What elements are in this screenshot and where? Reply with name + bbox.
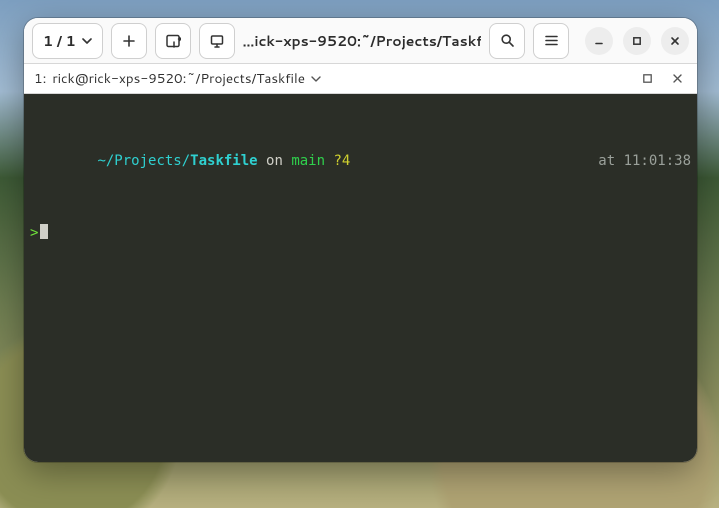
split-pane-icon: [165, 33, 181, 49]
close-icon: [672, 73, 683, 84]
terminal-viewport[interactable]: ~/Projects/Taskfile on main ?4 at 11:01:…: [24, 94, 697, 462]
minimize-icon: [593, 35, 605, 47]
tab-counter-label: 1 / 1: [43, 31, 76, 51]
tab-item[interactable]: 1: rick@rick-xps-9520:~/Projects/Taskfil…: [34, 69, 637, 88]
terminal-window: 1 / 1: [24, 18, 697, 462]
broadcast-button[interactable]: [199, 23, 235, 59]
minimize-button[interactable]: [585, 27, 613, 55]
prompt-at: at: [598, 153, 623, 169]
search-icon: [500, 33, 515, 48]
prompt-ps2: >: [30, 224, 38, 242]
prompt-line-1: ~/Projects/Taskfile on main ?4 at 11:01:…: [30, 134, 691, 188]
broadcast-icon: [209, 33, 225, 49]
plus-icon: [122, 34, 136, 48]
maximize-icon: [631, 35, 643, 47]
new-tab-button[interactable]: [111, 23, 147, 59]
close-button[interactable]: [661, 27, 689, 55]
maximize-icon: [642, 73, 653, 84]
prompt-dirty: ?4: [325, 153, 350, 169]
prompt-line-2: >: [30, 224, 691, 242]
tab-maximize-button[interactable]: [637, 69, 657, 89]
tab-close-button[interactable]: [667, 69, 687, 89]
terminal-cursor: [40, 224, 48, 239]
maximize-button[interactable]: [623, 27, 651, 55]
split-terminal-button[interactable]: [155, 23, 191, 59]
prompt-branch: main: [291, 153, 325, 169]
prompt-time: 11:01:38: [624, 153, 691, 169]
search-button[interactable]: [489, 23, 525, 59]
titlebar: 1 / 1: [24, 18, 697, 64]
tab-counter-dropdown[interactable]: 1 / 1: [32, 23, 103, 59]
tab-bar: 1: rick@rick-xps-9520:~/Projects/Taskfil…: [24, 64, 697, 94]
hamburger-menu-button[interactable]: [533, 23, 569, 59]
window-title: ...ick-xps-9520:~/Projects/Taskfile: [243, 31, 481, 51]
chevron-down-icon: [82, 36, 92, 46]
tab-label: rick@rick-xps-9520:~/Projects/Taskfile: [52, 69, 305, 88]
prompt-path-current: Taskfile: [190, 153, 257, 169]
tab-index: 1:: [34, 69, 46, 88]
chevron-down-icon: [311, 74, 321, 84]
hamburger-icon: [544, 33, 559, 48]
close-icon: [669, 35, 681, 47]
prompt-path-prefix: ~/Projects/: [97, 153, 190, 169]
prompt-on: on: [258, 153, 292, 169]
